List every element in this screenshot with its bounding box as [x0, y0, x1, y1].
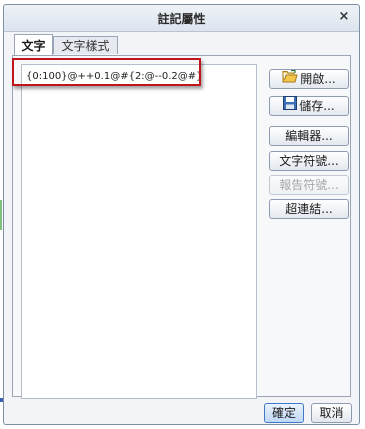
tab-content-panel: {0:100}@++0.1@#{2:@--0.2@#} 開啟... 儲存...	[12, 55, 351, 399]
report-symbol-button: 報告符號...	[269, 175, 349, 195]
note-text-value: {0:100}@++0.1@#{2:@--0.2@#}	[26, 71, 203, 82]
dialog-title: 註記屬性	[157, 12, 206, 26]
open-button[interactable]: 開啟...	[269, 69, 349, 89]
title-bar: 註記屬性 ×	[4, 5, 359, 32]
save-button[interactable]: 儲存...	[269, 96, 349, 116]
note-text-editor[interactable]: {0:100}@++0.1@#{2:@--0.2@#}	[21, 64, 257, 399]
open-folder-icon	[282, 69, 298, 88]
open-button-label: 開啟...	[300, 72, 336, 86]
text-symbol-button[interactable]: 文字符號...	[269, 151, 349, 171]
floppy-disk-icon	[283, 96, 298, 115]
ok-button[interactable]: 確定	[264, 403, 304, 423]
cancel-button[interactable]: 取消	[311, 403, 352, 423]
note-properties-dialog: 註記屬性 × 文字 文字樣式 {0:100}@++0.1@#{2:@--0.2@…	[3, 4, 360, 425]
tab-text-style[interactable]: 文字樣式	[53, 36, 118, 54]
save-button-label: 儲存...	[299, 99, 335, 113]
background-fragment	[0, 200, 2, 230]
tab-text[interactable]: 文字	[14, 34, 53, 55]
hyperlink-button[interactable]: 超連結...	[269, 199, 349, 219]
editor-button[interactable]: 編輯器...	[269, 126, 349, 146]
close-icon[interactable]: ×	[335, 8, 353, 26]
